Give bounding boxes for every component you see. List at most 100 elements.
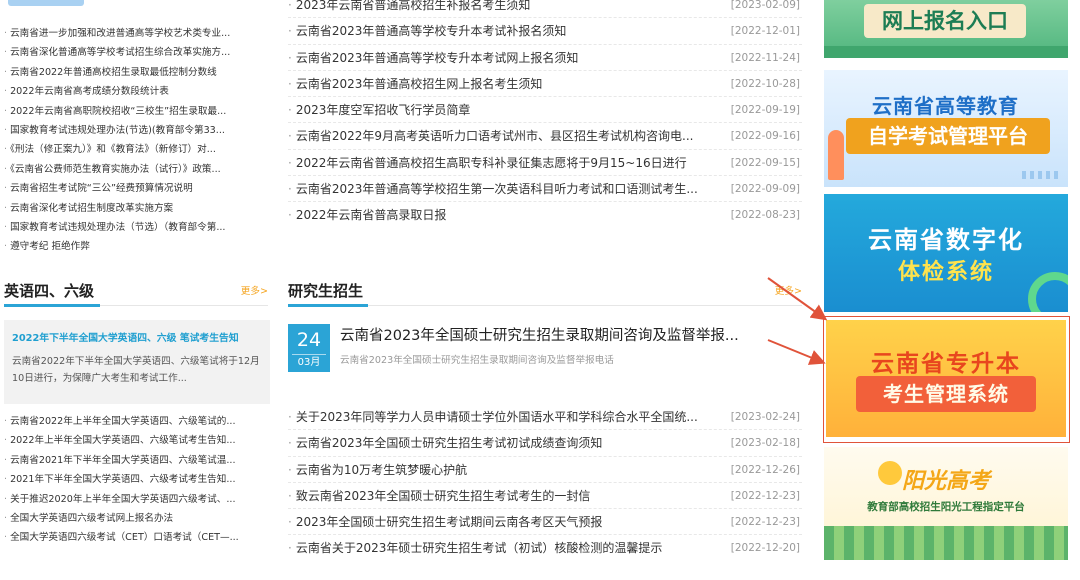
upgrade-exam-banner[interactable]: 云南省专升本 考生管理系统 [826,320,1066,437]
news-date: [2022-12-23] [730,516,800,529]
self-study-banner[interactable]: 云南省高等教育 自学考试管理平台 [824,70,1068,187]
list-item[interactable]: 国家教育考试违规处理办法（节选）（教育部令第... [4,218,268,237]
list-item[interactable]: 2022年上半年全国大学英语四、六级笔试考生告知... [4,431,268,450]
table-row[interactable]: 2023年度空军招收飞行学员简章 [2022-09-19] [288,97,802,124]
self-study-line1: 云南省高等教育 [872,94,1019,118]
dots-decoration-icon [1022,171,1058,179]
middle-column: 2023年云南省普通高校招生补报名考生须知 [2023-02-09] 云南省202… [284,0,804,580]
grad-section-title: 研究生招生 [288,282,364,300]
featured-date-badge: 24 03月 [288,324,330,372]
table-row[interactable]: 2022年云南省普通高校招生高职专科补录征集志愿将于9月15~16日进行 [202… [288,150,802,177]
list-item[interactable]: 遵守考纪 拒绝作弊 [4,237,268,256]
list-item[interactable]: 2022年云南省高考成绩分数段统计表 [4,82,268,101]
table-row[interactable]: 云南省2023年全国硕士研究生招生考试初试成绩查询须知 [2023-02-18] [288,430,802,457]
signup-banner-text: 网上报名入口 [882,9,1008,33]
cet-more-link[interactable]: 更多> [241,283,268,297]
news-title[interactable]: 2022年云南省普高录取日报 [288,202,718,228]
list-item[interactable]: 2022年云南省高职院校招收“三校生”招生录取最... [4,102,268,121]
table-row[interactable]: 云南省2023年普通高等学校专升本考试网上报名须知 [2022-11-24] [288,45,802,71]
student-illustration-icon [828,130,844,180]
news-title[interactable]: 2023年度空军招收飞行学员简章 [288,97,718,123]
self-study-line2: 自学考试管理平台 [868,124,1028,148]
news-title[interactable]: 2023年全国硕士研究生招生考试期间云南各考区天气预报 [288,509,718,535]
list-item[interactable]: 云南省深化普通高等学校考试招生综合改革实施方... [4,43,268,62]
news-title[interactable]: 致云南省2023年全国硕士研究生招生考试考生的一封信 [288,483,718,509]
cet-featured-card[interactable]: 2022年下半年全国大学英语四、六级 笔试考生告知 云南省2022年下半年全国大… [4,320,270,404]
health-check-banner[interactable]: 云南省数字化 体检系统 [824,194,1068,312]
list-item[interactable]: 关于推迟2020年上半年全国大学英语四六级考试、... [4,490,268,509]
news-title[interactable]: 云南省为10万考生筑梦暖心护航 [288,457,718,483]
grass-decoration-icon [824,526,1068,560]
featured-month: 03月 [292,354,326,371]
news-thumbnail[interactable] [8,0,84,6]
sunshine-gaokao-banner[interactable]: 阳光高考 教育部高校招生阳光工程指定平台 [824,447,1068,560]
cet-section-title: 英语四、六级 [4,282,95,300]
news-date: [2022-12-23] [730,489,800,502]
list-item[interactable]: 云南省2022年普通高校招生录取最低控制分数线 [4,63,268,82]
table-row[interactable]: 致云南省2023年全国硕士研究生招生考试考生的一封信 [2022-12-23] [288,483,802,510]
featured-day: 24 [296,329,322,351]
news-date: [2022-12-20] [730,542,800,555]
sunshine-subtitle: 教育部高校招生阳光工程指定平台 [867,501,1025,513]
news-date: [2022-10-28] [730,77,800,90]
table-row[interactable]: 2023年云南省普通高校招生补报名考生须知 [2023-02-09] [288,0,802,19]
health-line2: 体检系统 [897,260,994,285]
list-item[interactable]: 全国大学英语四六级考试（CET）口语考试（CET—... [4,528,268,547]
list-item[interactable]: 云南省深化考试招生制度改革实施方案 [4,199,268,218]
health-line1: 云南省数字化 [868,226,1024,254]
news-date: [2023-02-09] [730,0,800,11]
zsb-line1: 云南省专升本 [871,351,1021,377]
table-row[interactable]: 2023年全国硕士研究生招生考试期间云南各考区天气预报 [2022-12-23] [288,509,802,536]
online-signup-banner[interactable]: 网上报名入口 [824,0,1068,58]
list-item[interactable]: 云南省招生考试院“三公”经费预算情况说明 [4,179,268,198]
list-item[interactable]: 《刑法（修正案九）》和《教育法》（新修订）对... [4,140,268,159]
exam-news-list: 2023年云南省普通高校招生补报名考生须知 [2023-02-09] 云南省202… [288,0,802,229]
list-item[interactable]: 2021年下半年全国大学英语四、六级考试考生告知... [4,470,268,489]
news-title[interactable]: 2023年云南省普通高校招生补报名考生须知 [288,0,718,18]
section-underline [4,304,100,307]
table-row[interactable]: 云南省关于2023年硕士研究生招生考试（初试）核酸检测的温馨提示 [2022-12… [288,535,802,561]
grad-section-header: 研究生招生 更多> [288,280,802,307]
news-title[interactable]: 云南省2023年普通高等学校专升本考试网上报名须知 [288,45,718,71]
news-date: [2022-11-24] [730,51,800,64]
zsb-line2: 考生管理系统 [883,382,1009,406]
news-title[interactable]: 2022年云南省普通高校招生高职专科补录征集志愿将于9月15~16日进行 [288,150,718,176]
list-item[interactable]: 全国大学英语四六级考试网上报名办法 [4,509,268,528]
banner-column: 网上报名入口 云南省高等教育 自学考试管理平台 云南省数字化 体检系统 云南省专… [822,0,1072,580]
left-news-list: 云南省进一步加强和改进普通高等学校艺术类专业... 云南省深化普通高等学校考试招… [4,24,268,257]
news-title[interactable]: 云南省2023年普通高等学校招生第一次英语科目听力考试和口语测试考生... [288,176,718,202]
news-title[interactable]: 云南省2023年普通高校招生网上报名考生须知 [288,71,718,97]
news-date: [2022-09-19] [730,104,800,117]
table-row[interactable]: 2022年云南省普高录取日报 [2022-08-23] [288,202,802,228]
news-date: [2022-08-23] [730,209,800,222]
section-underline [288,304,368,307]
table-row[interactable]: 云南省2023年普通高等学校招生第一次英语科目听力考试和口语测试考生... [20… [288,176,802,203]
news-date: [2022-12-01] [730,25,800,38]
table-row[interactable]: 关于2023年同等学力人员申请硕士学位外国语水平和学科综合水平全国统... [20… [288,404,802,431]
news-date: [2022-09-15] [730,156,800,169]
grad-featured-title[interactable]: 云南省2023年全国硕士研究生招生录取期间咨询及监督举报... [340,324,766,345]
grad-news-list: 关于2023年同等学力人员申请硕士学位外国语水平和学科综合水平全国统... [20… [288,404,802,562]
news-date: [2022-12-26] [730,463,800,476]
grad-more-link[interactable]: 更多> [775,283,802,297]
news-title[interactable]: 关于2023年同等学力人员申请硕士学位外国语水平和学科综合水平全国统... [288,404,718,430]
news-title[interactable]: 云南省2023年全国硕士研究生招生考试初试成绩查询须知 [288,430,718,456]
list-item[interactable]: 云南省2021年下半年全国大学英语四、六级笔试温... [4,451,268,470]
list-item[interactable]: 《云南省公费师范生教育实施办法（试行）》政策... [4,160,268,179]
cet-featured-title[interactable]: 2022年下半年全国大学英语四、六级 笔试考生告知 [12,330,262,344]
list-item[interactable]: 云南省2022年上半年全国大学英语四、六级笔试的... [4,412,268,431]
banner-wave [824,46,1068,58]
table-row[interactable]: 云南省为10万考生筑梦暖心护航 [2022-12-26] [288,457,802,483]
news-date: [2023-02-18] [730,437,800,450]
list-item[interactable]: 云南省进一步加强和改进普通高等学校艺术类专业... [4,24,268,43]
left-column: 云南省进一步加强和改进普通高等学校艺术类专业... 云南省深化普通高等学校考试招… [0,0,272,580]
cet-featured-desc: 云南省2022年下半年全国大学英语四、六级笔试将于12月10日进行，为保障广大考… [12,356,260,384]
news-title[interactable]: 云南省2022年9月高考英语听力口语考试州市、县区招生考试机构咨询电... [288,123,718,149]
cet-news-list: 云南省2022年上半年全国大学英语四、六级笔试的... 2022年上半年全国大学… [4,412,268,548]
table-row[interactable]: 云南省2022年9月高考英语听力口语考试州市、县区招生考试机构咨询电... [20… [288,123,802,150]
list-item[interactable]: 国家教育考试违规处理办法(节选)(教育部令第33... [4,121,268,140]
table-row[interactable]: 云南省2023年普通高等学校专升本考试补报名须知 [2022-12-01] [288,18,802,45]
news-title[interactable]: 云南省2023年普通高等学校专升本考试补报名须知 [288,18,718,44]
news-title[interactable]: 云南省关于2023年硕士研究生招生考试（初试）核酸检测的温馨提示 [288,535,718,561]
table-row[interactable]: 云南省2023年普通高校招生网上报名考生须知 [2022-10-28] [288,71,802,98]
